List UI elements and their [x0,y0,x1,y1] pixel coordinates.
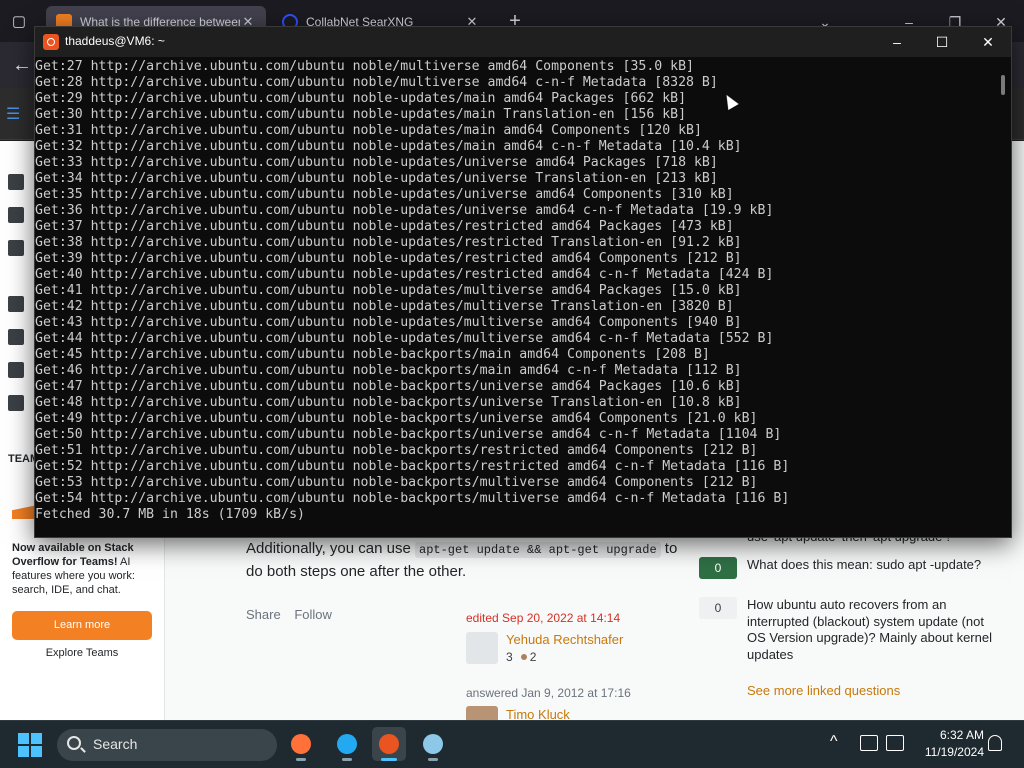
terminal-line: Get:33 http://archive.ubuntu.com/ubuntu … [35,155,718,170]
terminal-line: Get:39 http://archive.ubuntu.com/ubuntu … [35,251,742,266]
terminal-line: Get:54 http://archive.ubuntu.com/ubuntu … [35,491,790,506]
reputation-value: 3 [506,650,513,664]
clock-date: 11/19/2024 [924,745,984,759]
taskbar-search-box[interactable]: Search [57,729,277,761]
linked-question-link[interactable]: What does this mean: sudo apt -update? [747,557,1005,574]
teams-promo-text: Now available on Stack Overflow for Team… [12,541,158,597]
notepad-icon [423,734,443,754]
jobs-icon[interactable] [8,329,24,345]
terminal-line: Get:42 http://archive.ubuntu.com/ubuntu … [35,299,734,314]
terminal-line: Get:46 http://archive.ubuntu.com/ubuntu … [35,363,742,378]
follow-link[interactable]: Follow [294,607,332,622]
bronze-badge-count: 2 [529,650,537,664]
tab-overview-icon[interactable]: ▢ [6,8,32,34]
home-icon[interactable] [8,174,24,190]
answer-text-prefix: Additionally, you can use [246,540,415,557]
firefox-icon [291,734,311,754]
avatar[interactable] [466,632,498,664]
terminal-line: Get:27 http://archive.ubuntu.com/ubuntu … [35,59,694,74]
terminal-line: Get:41 http://archive.ubuntu.com/ubuntu … [35,283,742,298]
volume-icon[interactable] [886,735,904,751]
questions-icon[interactable] [8,207,24,223]
running-indicator [296,758,306,761]
learn-more-button[interactable]: Learn more [12,611,152,640]
terminal-line: Get:45 http://archive.ubuntu.com/ubuntu … [35,347,710,362]
terminal-close-button[interactable]: ✕ [973,31,1003,53]
terminal-line: Get:28 http://archive.ubuntu.com/ubuntu … [35,75,718,90]
search-label: Search [93,736,138,752]
taskbar-app-notepad[interactable] [416,727,450,761]
running-indicator [428,758,438,761]
terminal-line: Get:40 http://archive.ubuntu.com/ubuntu … [35,267,774,282]
terminal-line: Get:51 http://archive.ubuntu.com/ubuntu … [35,443,758,458]
terminal-title: thaddeus@VM6: ~ [65,34,165,48]
taskbar: Search ^ 6:32 AM 11/19/2024 [0,720,1024,768]
terminal-scrollbar[interactable] [1001,75,1005,95]
terminal-line: Get:36 http://archive.ubuntu.com/ubuntu … [35,203,774,218]
terminal-line: Get:37 http://archive.ubuntu.com/ubuntu … [35,219,734,234]
linked-question-score: 0 [699,557,737,579]
editor-name-link[interactable]: Yehuda Rechtshafer [506,632,623,647]
tray-overflow-chevron-icon[interactable]: ^ [830,733,838,751]
terminal-window[interactable]: thaddeus@VM6: ~ – ☐ ✕ Get:27 http://arch… [34,26,1012,538]
ubuntu-terminal-icon [43,34,59,50]
clock-time: 6:32 AM [939,728,984,742]
labs-icon[interactable] [8,395,24,411]
terminal-maximize-button[interactable]: ☐ [927,31,957,53]
back-arrow-icon[interactable]: ← [8,52,36,78]
terminal-line: Get:32 http://archive.ubuntu.com/ubuntu … [35,139,742,154]
explore-teams-link[interactable]: Explore Teams [12,647,152,659]
system-clock[interactable]: 6:32 AM 11/19/2024 [914,727,984,761]
terminal-titlebar[interactable]: thaddeus@VM6: ~ – ☐ ✕ [35,27,1011,57]
terminal-line: Get:44 http://archive.ubuntu.com/ubuntu … [35,331,774,346]
terminal-line: Get:35 http://archive.ubuntu.com/ubuntu … [35,187,734,202]
terminal-output[interactable]: Get:27 http://archive.ubuntu.com/ubuntu … [35,59,995,529]
windows-start-button[interactable] [18,733,42,757]
terminal-line: Fetched 30.7 MB in 18s (1709 kB/s) [35,507,305,522]
notification-bell-icon[interactable] [988,735,1002,751]
hamburger-menu-icon[interactable]: ☰ [6,104,20,124]
terminal-line: Get:47 http://archive.ubuntu.com/ubuntu … [35,379,742,394]
network-icon[interactable] [860,735,878,751]
terminal-line: Get:49 http://archive.ubuntu.com/ubuntu … [35,411,758,426]
linked-question-link[interactable]: How ubuntu auto recovers from an interru… [747,597,1005,663]
terminal-minimize-button[interactable]: – [882,31,912,53]
terminal-line: Get:30 http://archive.ubuntu.com/ubuntu … [35,107,687,122]
taskbar-app-firefox[interactable] [284,727,318,761]
running-indicator [342,758,352,761]
terminal-line: Get:52 http://archive.ubuntu.com/ubuntu … [35,459,790,474]
see-more-linked-link[interactable]: See more linked questions [747,683,900,698]
running-indicator [381,758,397,761]
terminal-line: Get:53 http://archive.ubuntu.com/ubuntu … [35,475,758,490]
terminal-line: Get:34 http://archive.ubuntu.com/ubuntu … [35,171,718,186]
terminal-line: Get:31 http://archive.ubuntu.com/ubuntu … [35,123,702,138]
terminal-line: Get:29 http://archive.ubuntu.com/ubuntu … [35,91,687,106]
terminal-line: Get:50 http://archive.ubuntu.com/ubuntu … [35,427,782,442]
tags-icon[interactable] [8,240,24,256]
edited-timestamp[interactable]: edited Sep 20, 2022 at 14:14 [466,611,620,625]
answer-body: Additionally, you can use apt-get update… [246,538,686,583]
teams-promo-title: Now available on Stack Overflow for Team… [12,542,134,568]
terminal-line: Get:43 http://archive.ubuntu.com/ubuntu … [35,315,742,330]
editor-reputation: 32 [506,650,536,664]
share-link[interactable]: Share [246,607,281,622]
search-icon [67,736,81,750]
bronze-badge-icon [520,654,527,660]
ubuntu-icon [379,734,399,754]
taskbar-app-ubuntu[interactable] [372,727,406,761]
post-actions: Share Follow [246,607,342,622]
terminal-line: Get:38 http://archive.ubuntu.com/ubuntu … [35,235,742,250]
taskbar-app-vscode[interactable] [330,727,364,761]
terminal-line: Get:48 http://archive.ubuntu.com/ubuntu … [35,395,742,410]
vscode-icon [337,734,357,754]
answered-timestamp: answered Jan 9, 2012 at 17:16 [466,686,631,700]
companies-icon[interactable] [8,362,24,378]
users-icon[interactable] [8,296,24,312]
linked-question-score: 0 [699,597,737,619]
answer-code: apt-get update && apt-get upgrade [415,542,661,558]
